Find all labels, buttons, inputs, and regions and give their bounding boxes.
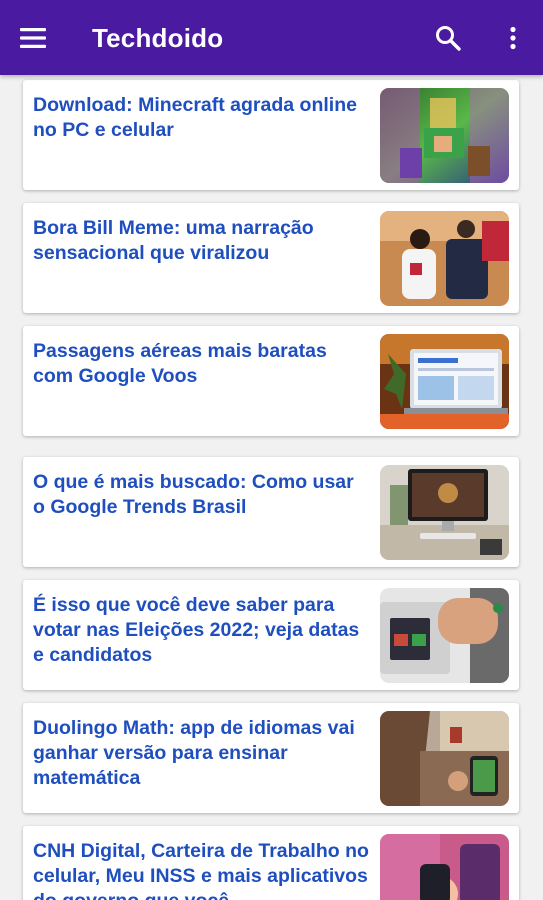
- article-card[interactable]: O que é mais buscado: Como usar o Google…: [23, 457, 519, 567]
- article-card[interactable]: CNH Digital, Carteira de Trabalho no cel…: [23, 826, 519, 900]
- more-options-button[interactable]: [500, 20, 526, 56]
- article-title: Duolingo Math: app de idiomas vai ganhar…: [33, 717, 355, 789]
- article-title: CNH Digital, Carteira de Trabalho no cel…: [33, 840, 369, 900]
- article-thumbnail: [380, 588, 509, 683]
- article-thumbnail: [380, 465, 509, 560]
- search-button[interactable]: [430, 20, 466, 56]
- article-thumbnail: [380, 334, 509, 429]
- article-card[interactable]: Download: Minecraft agrada online no PC …: [23, 80, 519, 190]
- article-title: É isso que você deve saber para votar na…: [33, 594, 360, 666]
- menu-button[interactable]: [14, 21, 52, 55]
- article-card[interactable]: Passagens aéreas mais baratas com Google…: [23, 326, 519, 436]
- article-thumbnail: [380, 834, 509, 900]
- app-bar: Techdoido: [0, 0, 543, 75]
- article-title: Bora Bill Meme: uma narração sensacional…: [33, 217, 314, 264]
- article-feed[interactable]: Download: Minecraft agrada online no PC …: [0, 75, 543, 900]
- article-thumbnail: [380, 711, 509, 806]
- more-vertical-icon: [510, 26, 516, 50]
- article-card[interactable]: Bora Bill Meme: uma narração sensacional…: [23, 203, 519, 313]
- article-thumbnail: [380, 88, 509, 183]
- article-title: Passagens aéreas mais baratas com Google…: [33, 340, 327, 387]
- search-icon: [436, 26, 461, 51]
- article-thumbnail: [380, 211, 509, 306]
- app-title: Techdoido: [92, 23, 224, 53]
- hamburger-menu-icon: [20, 28, 46, 48]
- article-card[interactable]: Duolingo Math: app de idiomas vai ganhar…: [23, 703, 519, 813]
- article-card[interactable]: É isso que você deve saber para votar na…: [23, 580, 519, 690]
- article-title: O que é mais buscado: Como usar o Google…: [33, 471, 354, 518]
- article-title: Download: Minecraft agrada online no PC …: [33, 94, 357, 141]
